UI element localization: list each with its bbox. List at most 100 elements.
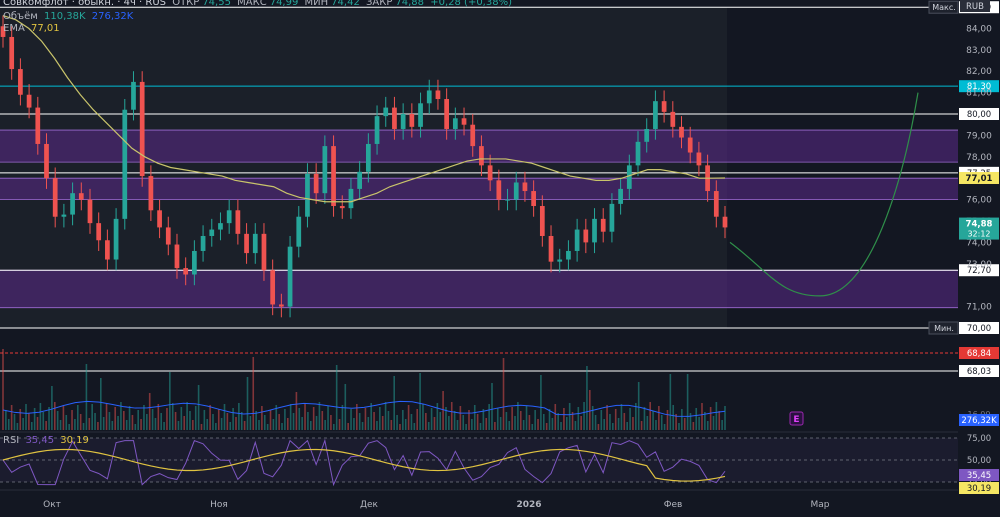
price-label-0: 77,01 [966, 174, 993, 184]
volume-bar-7 [22, 418, 24, 430]
volume-bar-235 [678, 423, 680, 430]
volume-bar-144 [416, 409, 419, 430]
volume-bar-35 [102, 417, 105, 430]
candle-body-12 [105, 240, 110, 260]
low-value: 74,42 [331, 0, 360, 8]
volume-bar-181 [522, 420, 525, 430]
volume-bar-8 [25, 404, 27, 430]
volume-bar-20 [59, 420, 62, 430]
candle-body-37 [322, 146, 328, 194]
volume-label: Объём [3, 11, 38, 22]
volume-bar-191 [551, 418, 554, 430]
chart-svg[interactable]: 84,99Макс.81,3080,0077,2572,7070,00Мин.6… [0, 0, 1000, 513]
close-value: 74,88 [395, 0, 425, 8]
volume-bar-242 [698, 417, 700, 430]
zone-1 [0, 178, 958, 200]
volume-bar-221 [637, 382, 640, 430]
volume-bar-167 [482, 409, 485, 430]
candle-body-2 [18, 69, 23, 95]
ema-legend[interactable]: EMA 77,01 [3, 23, 63, 34]
volume-bar-132 [381, 416, 384, 430]
volume-bar-98 [284, 409, 286, 430]
volume-bar-82 [238, 403, 240, 430]
candle-body-39 [339, 206, 345, 209]
price-tick-9: 73,00 [966, 260, 992, 270]
candle-body-31 [270, 270, 276, 305]
rsi-value: 35,45 [25, 435, 55, 446]
volume-bar-205 [591, 406, 594, 430]
volume-bar-194 [560, 422, 562, 430]
candle-body-40 [348, 188, 354, 209]
volume-bar-115 [332, 424, 335, 430]
candle-body-57 [496, 180, 502, 200]
candle-body-75 [653, 101, 658, 129]
volume-bar-160 [462, 415, 465, 430]
volume-bar-130 [376, 421, 378, 430]
time-tick-3: 2026 [516, 500, 541, 510]
volume-bar-241 [695, 408, 698, 430]
volume-bar-206 [594, 415, 597, 430]
volume-bar-33 [97, 422, 99, 430]
candle-body-30 [261, 233, 267, 271]
volume-bar-150 [433, 417, 436, 430]
volume-bar-210 [606, 405, 608, 430]
volume-bar-208 [600, 410, 603, 430]
volume-bar-177 [511, 407, 513, 430]
price-tick-5: 78,00 [966, 153, 992, 163]
volume-bar-179 [517, 402, 519, 430]
candle-body-11 [96, 223, 102, 241]
volume-bar-46 [134, 424, 137, 430]
candle-body-78 [679, 126, 684, 138]
candle-body-9 [78, 193, 84, 200]
volume-bar-173 [499, 417, 502, 430]
candle-body-77 [670, 111, 676, 127]
volume-avg-value: 276,32K [91, 11, 134, 22]
volume-bar-69 [200, 424, 203, 430]
volume-bar-105 [304, 403, 306, 430]
chart-area[interactable]: 84,99Макс.81,3080,0077,2572,7070,00Мин.6… [0, 0, 1000, 513]
volume-bar-57 [166, 408, 168, 430]
volume-bar-164 [473, 405, 476, 430]
candle-body-68 [592, 218, 597, 243]
candle-body-83 [722, 216, 728, 228]
volume-bar-15 [45, 421, 47, 430]
volume-bar-215 [620, 404, 623, 430]
volume-bar-111 [321, 411, 324, 430]
volume-bar-145 [419, 373, 421, 430]
volume-bar-202 [583, 402, 585, 430]
volume-legend[interactable]: Объём 110,38K 276,32K [3, 11, 136, 22]
volume-bar-250 [721, 420, 723, 430]
volume-bar-176 [508, 421, 511, 430]
volume-bar-18 [53, 402, 56, 430]
volume-bar-217 [626, 422, 628, 430]
volume-bar-103 [298, 408, 301, 430]
volume-bar-169 [488, 404, 490, 430]
volume-bar-63 [183, 416, 186, 430]
volume-bar-180 [519, 411, 522, 430]
candle-body-71 [618, 188, 623, 204]
volume-bar-159 [459, 406, 462, 430]
rsi-legend[interactable]: RSI 35,45 30,19 [3, 435, 92, 446]
symbol-name[interactable]: Совкомфлот · обыкн. · 4ч · RUS [3, 0, 166, 8]
volume-bar-248 [715, 402, 718, 430]
volume-bar-228 [658, 406, 660, 430]
volume-bar-62 [180, 407, 183, 430]
volume-bar-224 [646, 416, 649, 430]
volume-bar-174 [502, 358, 505, 430]
candle-body-18 [157, 210, 162, 228]
volume-bar-148 [427, 422, 430, 430]
volume-avg-label: 276,32K [961, 416, 997, 426]
volume-bar-84 [243, 421, 246, 430]
price-tick-1: 83,00 [966, 46, 992, 56]
candle-body-82 [713, 191, 719, 217]
volume-bar-129 [373, 412, 375, 430]
candle-body-66 [574, 229, 580, 251]
volume-bar-178 [514, 416, 516, 430]
volume-bar-203 [586, 366, 588, 430]
price-tick-0: 84,00 [966, 24, 992, 34]
volume-bar-212 [612, 423, 614, 430]
volume-bar-66 [192, 420, 194, 430]
volume-bar-89 [258, 420, 260, 430]
candle-body-58 [505, 199, 510, 201]
volume-bar-26 [76, 405, 79, 430]
